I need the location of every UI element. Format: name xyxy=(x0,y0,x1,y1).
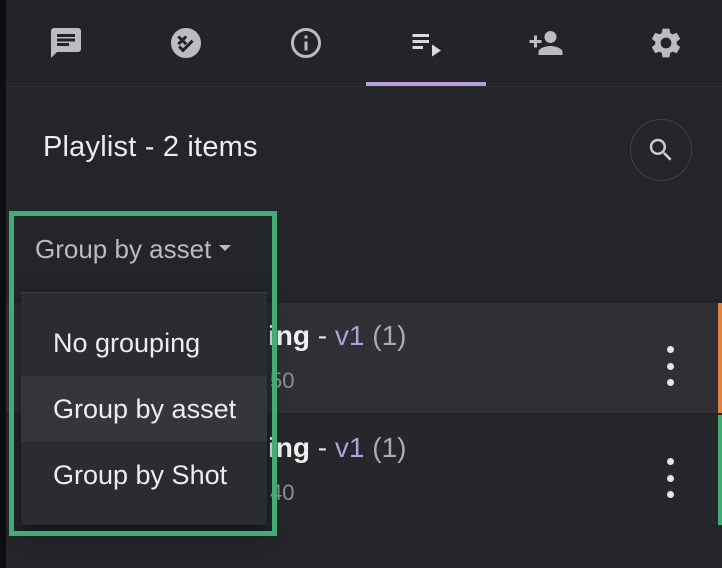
tab-info[interactable] xyxy=(246,0,366,86)
highlight-box xyxy=(9,211,277,536)
search-button[interactable] xyxy=(630,119,692,181)
ticked-off-icon xyxy=(171,28,201,58)
tab-add-person[interactable] xyxy=(486,0,606,86)
tab-settings[interactable] xyxy=(606,0,722,86)
tab-playlist[interactable] xyxy=(366,0,486,86)
status-indicator xyxy=(718,415,722,525)
more-options-button[interactable] xyxy=(658,346,682,386)
list-item-title: ing - v1 (1) xyxy=(268,432,407,463)
tab-comments[interactable] xyxy=(6,0,126,86)
list-item-title: ing - v1 (1) xyxy=(268,320,407,351)
playlist-icon xyxy=(412,34,441,57)
person-add-icon xyxy=(529,31,563,55)
info-icon xyxy=(291,28,321,58)
search-icon xyxy=(649,138,672,161)
tab-checklist[interactable] xyxy=(126,0,246,86)
gear-icon xyxy=(651,28,681,58)
tab-bar xyxy=(6,0,722,87)
comment-icon xyxy=(51,28,81,58)
more-options-button[interactable] xyxy=(658,458,682,498)
page-title: Playlist - 2 items xyxy=(43,131,258,163)
active-tab-indicator xyxy=(366,82,486,86)
status-indicator xyxy=(718,303,722,413)
